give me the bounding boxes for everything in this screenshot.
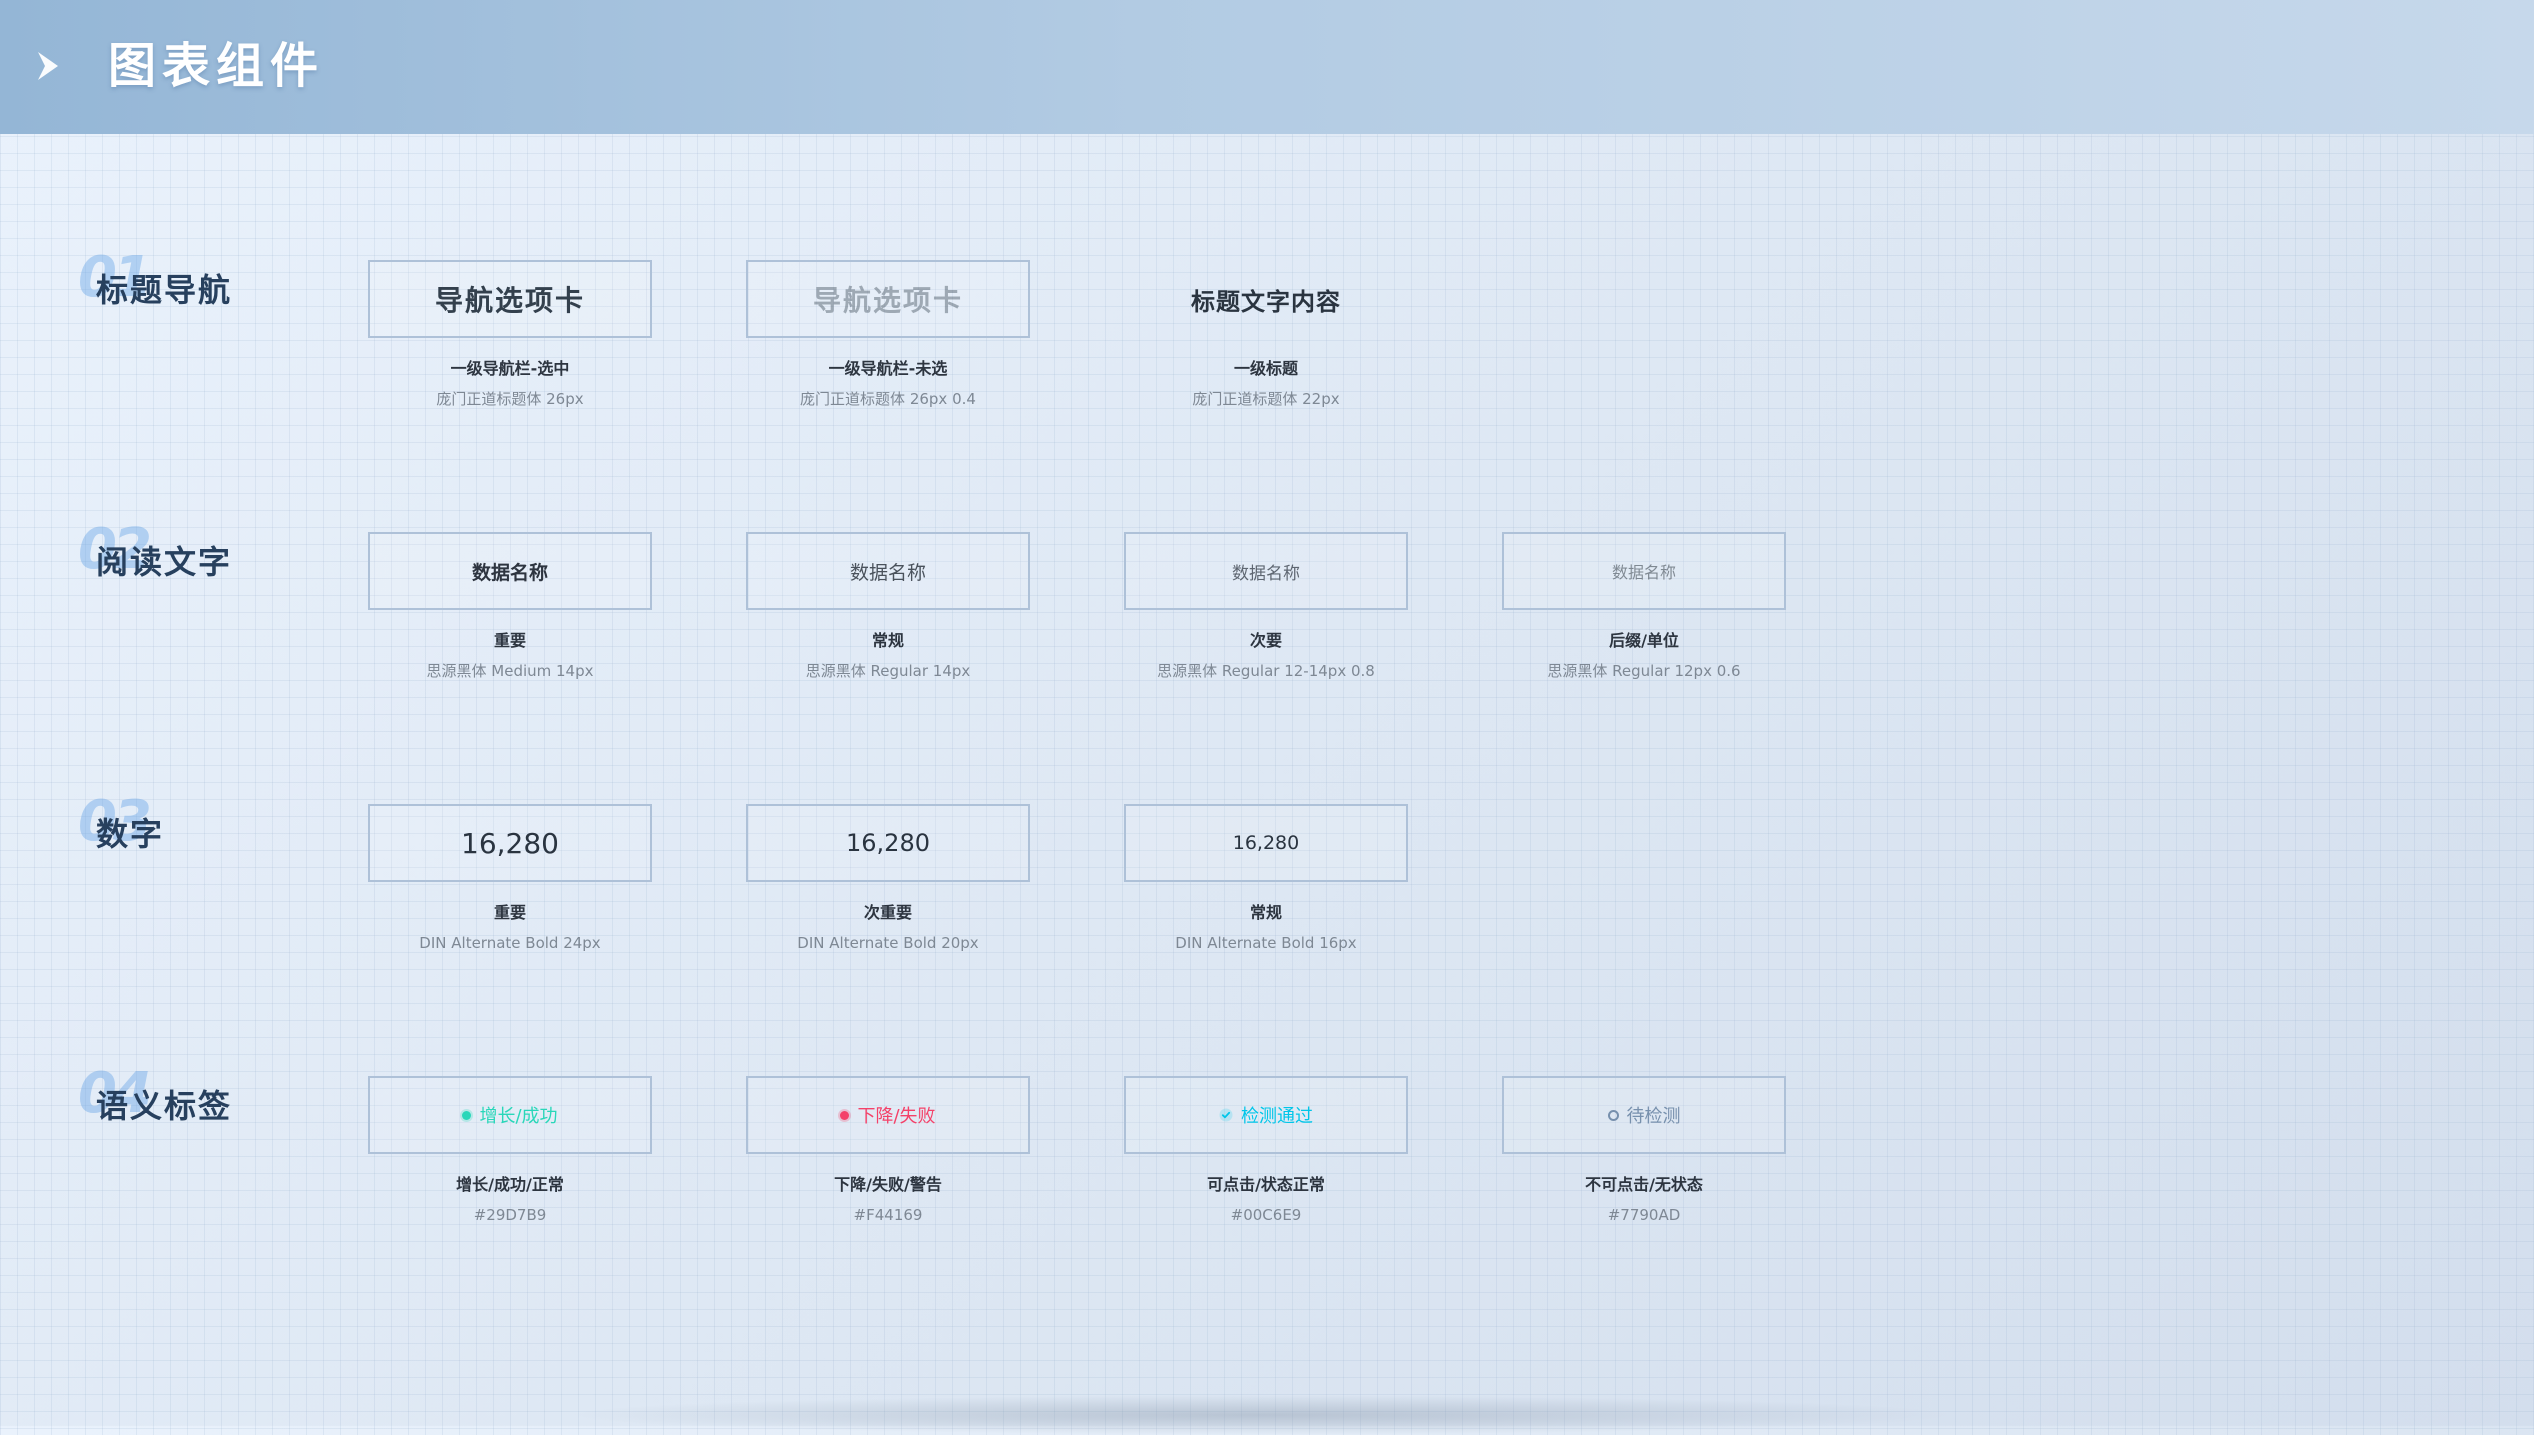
component-card: 导航选项卡 一级导航栏-选中 庞门正道标题体 26px [368, 260, 652, 409]
card-caption: 一级标题 [1233, 359, 1298, 378]
tag-pending-sample: 待检测 [1502, 1076, 1786, 1154]
check-icon [1219, 1108, 1233, 1122]
pending-dot-icon [1607, 1109, 1619, 1121]
card-caption: 一级导航栏-未选 [828, 359, 948, 378]
sample-text: 数据名称 [471, 561, 548, 584]
component-card: 下降/失败 下降/失败/警告 #F44169 [746, 1076, 1030, 1225]
card-caption: 常规 [871, 631, 904, 650]
component-card: 增长/成功 增长/成功/正常 #29D7B9 [368, 1076, 652, 1225]
card-spec: 思源黑体 Regular 12-14px 0.8 [1157, 662, 1375, 680]
card-caption: 次要 [1249, 631, 1282, 650]
sample-text: 标题文字内容 [1191, 287, 1341, 316]
tag-label: 下降/失败 [857, 1106, 936, 1127]
text-sample: 数据名称 [746, 532, 1030, 610]
section-title-nav: 01 标题导航 导航选项卡 一级导航栏-选中 庞门正道标题体 26px 导航选项… [0, 248, 2534, 448]
card-spec: 思源黑体 Medium 14px [426, 662, 594, 680]
sample-number: 16,280 [461, 826, 559, 860]
nav-tab-unselected-sample[interactable]: 导航选项卡 [746, 260, 1030, 338]
tag-passed-sample[interactable]: 检测通过 [1124, 1076, 1408, 1154]
success-dot-icon [462, 1110, 472, 1120]
section-heading: 02 阅读文字 [78, 520, 278, 610]
card-caption: 不可点击/无状态 [1585, 1175, 1703, 1194]
page-header: 图表组件 [0, 0, 2534, 134]
tag-success-sample[interactable]: 增长/成功 [368, 1076, 652, 1154]
tag-label: 检测通过 [1241, 1106, 1313, 1127]
sample-text: 数据名称 [1611, 563, 1676, 582]
text-sample: 数据名称 [1502, 532, 1786, 610]
component-card: 16,280 次重要 DIN Alternate Bold 20px [746, 804, 1030, 953]
nav-tab-selected-sample[interactable]: 导航选项卡 [368, 260, 652, 338]
bottom-shadow [560, 1395, 1960, 1435]
number-sample: 16,280 [1124, 804, 1408, 882]
page-title: 图表组件 [108, 38, 325, 94]
card-spec: #29D7B9 [473, 1206, 547, 1224]
card-spec: #00C6E9 [1230, 1206, 1302, 1224]
sample-number: 16,280 [1232, 832, 1300, 854]
error-dot-icon [840, 1110, 850, 1120]
section-heading: 01 标题导航 [78, 248, 278, 338]
component-card: 标题文字内容 一级标题 庞门正道标题体 22px [1124, 260, 1408, 409]
number-sample: 16,280 [746, 804, 1030, 882]
card-spec: 庞门正道标题体 26px [436, 390, 584, 408]
card-caption: 次重要 [863, 903, 912, 922]
card-spec: #F44169 [853, 1206, 923, 1224]
sample-text: 导航选项卡 [434, 284, 585, 317]
section-reading-text: 02 阅读文字 数据名称 重要 思源黑体 Medium 14px 数据名称 常规… [0, 520, 2534, 720]
card-spec: 庞门正道标题体 22px [1192, 390, 1340, 408]
section-title: 标题导航 [96, 271, 233, 309]
sample-text: 数据名称 [1232, 563, 1300, 584]
card-spec: DIN Alternate Bold 20px [797, 934, 979, 952]
sample-text: 数据名称 [849, 561, 926, 584]
card-caption: 下降/失败/警告 [834, 1175, 942, 1194]
section-heading: 04 语义标签 [78, 1064, 278, 1154]
section-semantic-tags: 04 语义标签 增长/成功 增长/成功/正常 #29D7B9 下降/失败 下降/… [0, 1064, 2534, 1264]
number-sample: 16,280 [368, 804, 652, 882]
component-card: 数据名称 重要 思源黑体 Medium 14px [368, 532, 652, 681]
card-spec: 庞门正道标题体 26px 0.4 [800, 390, 976, 408]
section-title: 语义标签 [96, 1087, 233, 1125]
tag-error-sample[interactable]: 下降/失败 [746, 1076, 1030, 1154]
card-spec: 思源黑体 Regular 14px [805, 662, 971, 680]
card-spec: 思源黑体 Regular 12px 0.6 [1547, 662, 1741, 680]
card-caption: 可点击/状态正常 [1207, 1175, 1325, 1194]
section-heading: 03 数字 [78, 792, 278, 882]
component-card: 数据名称 常规 思源黑体 Regular 14px [746, 532, 1030, 681]
sample-text: 导航选项卡 [812, 284, 963, 317]
sample-number: 16,280 [846, 829, 930, 857]
card-spec: DIN Alternate Bold 16px [1175, 934, 1357, 952]
heading-sample: 标题文字内容 [1124, 260, 1408, 338]
section-numbers: 03 数字 16,280 重要 DIN Alternate Bold 24px … [0, 792, 2534, 992]
card-caption: 重要 [493, 903, 526, 922]
component-card: 待检测 不可点击/无状态 #7790AD [1502, 1076, 1786, 1225]
chevron-right-icon [38, 52, 58, 80]
component-card: 16,280 重要 DIN Alternate Bold 24px [368, 804, 652, 953]
component-card: 数据名称 后缀/单位 思源黑体 Regular 12px 0.6 [1502, 532, 1786, 681]
text-sample: 数据名称 [368, 532, 652, 610]
card-caption: 一级导航栏-选中 [450, 359, 570, 378]
component-card: 检测通过 可点击/状态正常 #00C6E9 [1124, 1076, 1408, 1225]
card-caption: 常规 [1249, 903, 1282, 922]
section-title: 阅读文字 [96, 543, 233, 581]
section-title: 数字 [96, 815, 165, 853]
card-spec: DIN Alternate Bold 24px [419, 934, 601, 952]
card-caption: 重要 [493, 631, 526, 650]
card-spec: #7790AD [1607, 1206, 1681, 1224]
component-card: 导航选项卡 一级导航栏-未选 庞门正道标题体 26px 0.4 [746, 260, 1030, 409]
component-card: 16,280 常规 DIN Alternate Bold 16px [1124, 804, 1408, 953]
tag-label: 待检测 [1626, 1106, 1681, 1127]
text-sample: 数据名称 [1124, 532, 1408, 610]
tag-label: 增长/成功 [479, 1106, 558, 1127]
card-caption: 增长/成功/正常 [456, 1175, 564, 1194]
component-card: 数据名称 次要 思源黑体 Regular 12-14px 0.8 [1124, 532, 1408, 681]
card-caption: 后缀/单位 [1609, 631, 1679, 650]
